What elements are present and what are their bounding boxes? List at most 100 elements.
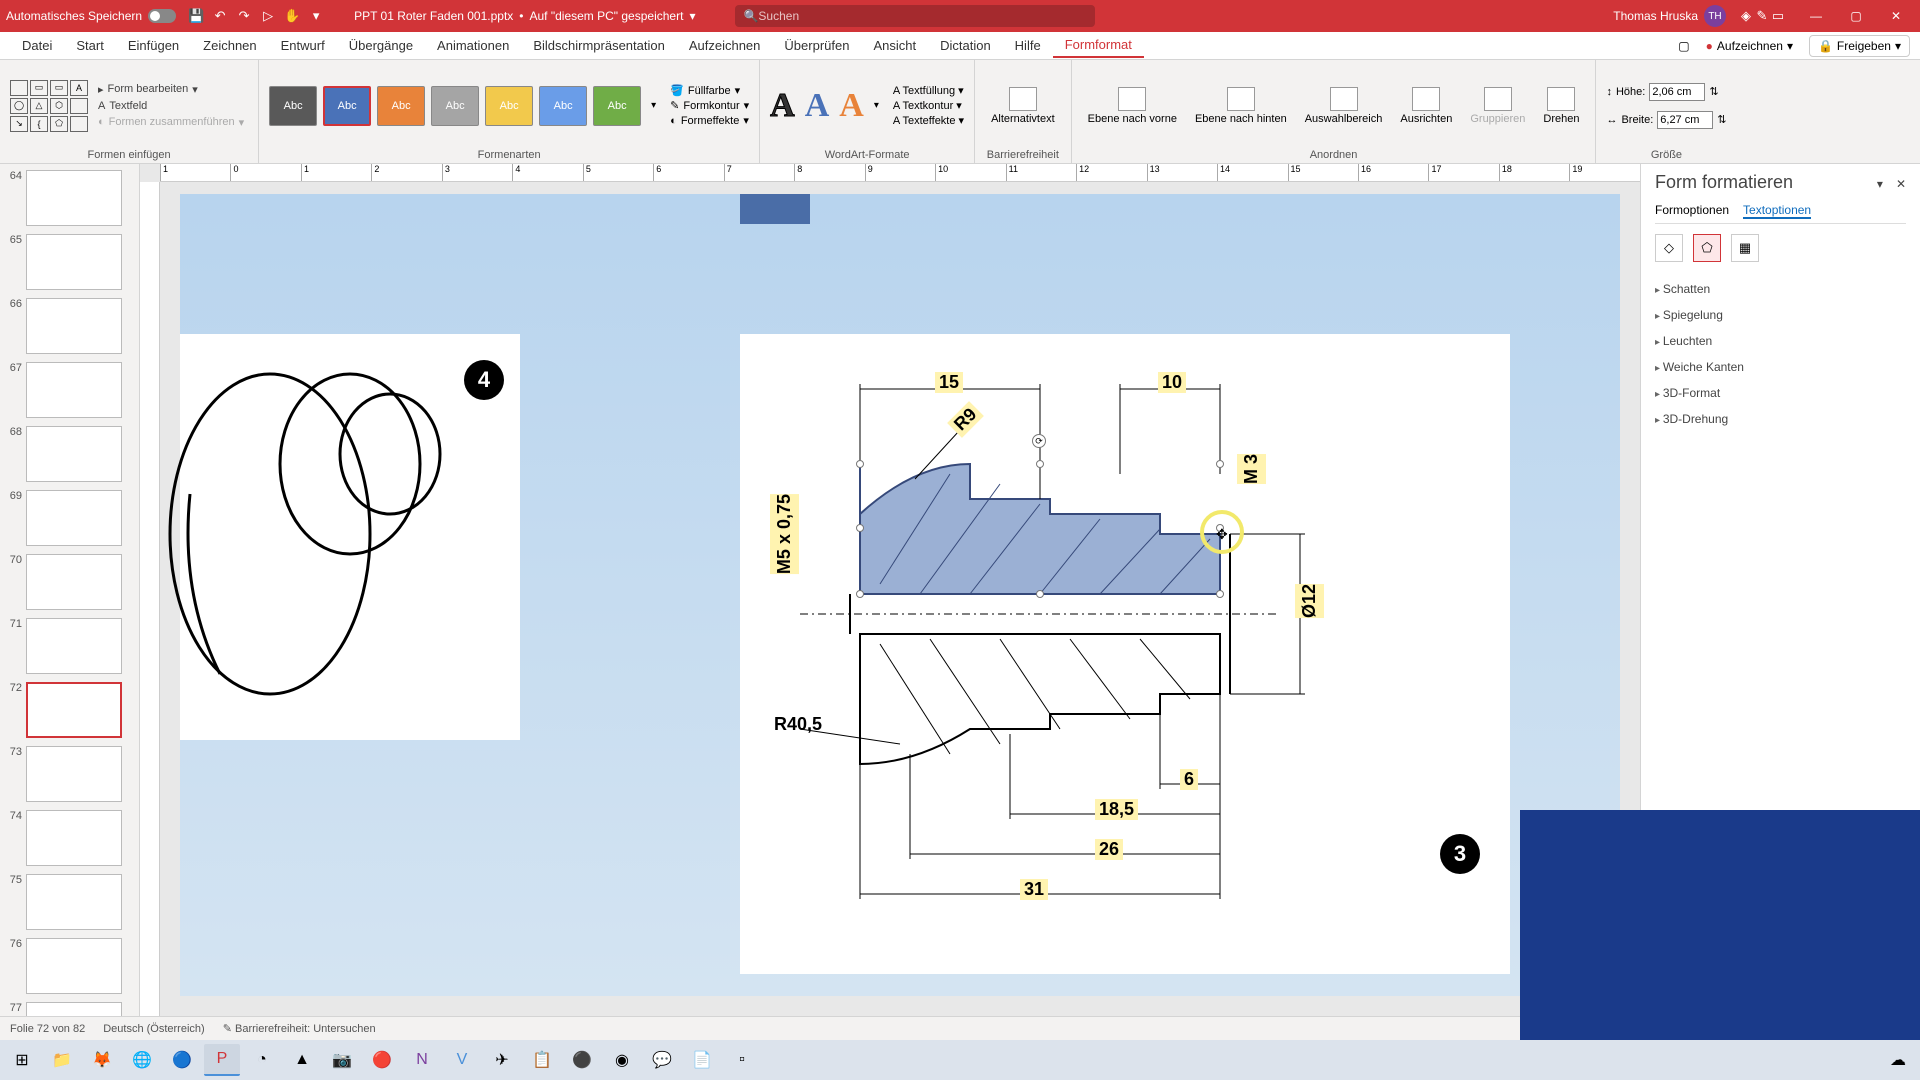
blue-rectangle-shape[interactable] bbox=[740, 194, 810, 224]
from-beginning-icon[interactable]: ▷ bbox=[260, 8, 276, 24]
avatar[interactable]: TH bbox=[1704, 5, 1726, 27]
drawing-panel-4[interactable]: 4 bbox=[180, 334, 520, 740]
slide-thumb-65[interactable] bbox=[26, 234, 122, 290]
search-box[interactable]: 🔍 bbox=[735, 5, 1095, 27]
ribbon-options-icon[interactable]: ▭ bbox=[1770, 8, 1786, 24]
tab-ansicht[interactable]: Ansicht bbox=[861, 34, 928, 57]
tab-text-options[interactable]: Textoptionen bbox=[1743, 203, 1811, 219]
selection-handle[interactable] bbox=[856, 524, 864, 532]
slide-canvas-area[interactable]: 1012345678910111213141516171819 4 3 bbox=[140, 164, 1640, 1016]
drawing-panel-3[interactable]: 3 bbox=[740, 334, 1510, 974]
accessibility-status[interactable]: ✎ Barrierefreiheit: Untersuchen bbox=[223, 1022, 376, 1035]
section-spiegelung[interactable]: Spiegelung bbox=[1655, 302, 1906, 328]
close-button[interactable]: ✕ bbox=[1878, 4, 1914, 28]
alt-text-button[interactable]: Alternativtext bbox=[985, 87, 1061, 125]
tab-uebergaenge[interactable]: Übergänge bbox=[337, 34, 425, 57]
save-icon[interactable]: 💾 bbox=[188, 8, 204, 24]
slide-thumb-69[interactable] bbox=[26, 490, 122, 546]
selection-handle[interactable] bbox=[856, 590, 864, 598]
pane-options-icon[interactable]: ▾ bbox=[1877, 177, 1883, 191]
rotation-handle[interactable]: ⟳ bbox=[1032, 434, 1046, 448]
wordart-gallery-more-icon[interactable]: ▾ bbox=[874, 100, 879, 111]
group-button[interactable]: Gruppieren bbox=[1464, 87, 1531, 125]
telegram-icon[interactable]: ✈ bbox=[484, 1044, 520, 1076]
selection-pane-button[interactable]: Auswahlbereich bbox=[1299, 87, 1389, 125]
slide-thumb-76[interactable] bbox=[26, 938, 122, 994]
app-icon[interactable]: 📷 bbox=[324, 1044, 360, 1076]
touch-mode-icon[interactable]: ✋ bbox=[284, 8, 300, 24]
app-icon[interactable]: 📋 bbox=[524, 1044, 560, 1076]
powerpoint-icon[interactable]: P bbox=[204, 1044, 240, 1076]
vlc-icon[interactable]: ▲ bbox=[284, 1044, 320, 1076]
selection-handle[interactable] bbox=[1036, 460, 1044, 468]
tab-entwurf[interactable]: Entwurf bbox=[269, 34, 337, 57]
section-schatten[interactable]: Schatten bbox=[1655, 276, 1906, 302]
slide-counter[interactable]: Folie 72 von 82 bbox=[10, 1023, 85, 1035]
app-icon[interactable]: 📄 bbox=[684, 1044, 720, 1076]
section-leuchten[interactable]: Leuchten bbox=[1655, 328, 1906, 354]
app-icon[interactable]: 💬 bbox=[644, 1044, 680, 1076]
autosave-control[interactable]: Automatisches Speichern bbox=[6, 9, 176, 23]
slide-thumb-73[interactable] bbox=[26, 746, 122, 802]
shape-effects-button[interactable]: ◐ Formeffekte ▾ bbox=[670, 114, 749, 127]
slide-thumb-70[interactable] bbox=[26, 554, 122, 610]
tab-ueberpruefen[interactable]: Überprüfen bbox=[772, 34, 861, 57]
slide-thumb-64[interactable] bbox=[26, 170, 122, 226]
slide-thumb-72[interactable] bbox=[26, 682, 122, 738]
selection-handle[interactable] bbox=[1216, 460, 1224, 468]
selection-handle[interactable] bbox=[856, 460, 864, 468]
redo-icon[interactable]: ↷ bbox=[236, 8, 252, 24]
slide-thumb-71[interactable] bbox=[26, 618, 122, 674]
slide-canvas[interactable]: 4 3 bbox=[180, 194, 1620, 996]
collapse-ribbon-icon[interactable]: ▢ bbox=[1678, 39, 1689, 53]
filename-area[interactable]: PPT 01 Roter Faden 001.pptx • Auf "diese… bbox=[354, 9, 695, 23]
user-account[interactable]: Thomas Hruska TH bbox=[1613, 5, 1726, 27]
slide-thumb-77[interactable] bbox=[26, 1002, 122, 1016]
qat-dropdown-icon[interactable]: ▾ bbox=[308, 8, 324, 24]
onenote-icon[interactable]: N bbox=[404, 1044, 440, 1076]
effects-icon[interactable]: ⬠ bbox=[1693, 234, 1721, 262]
wordart-gallery[interactable]: A A A bbox=[770, 87, 864, 125]
send-backward-button[interactable]: Ebene nach hinten bbox=[1189, 87, 1293, 125]
tab-datei[interactable]: Datei bbox=[10, 34, 64, 57]
tab-start[interactable]: Start bbox=[64, 34, 115, 57]
weather-icon[interactable]: ☁ bbox=[1880, 1044, 1916, 1076]
firefox-icon[interactable]: 🦊 bbox=[84, 1044, 120, 1076]
coming-soon-icon[interactable]: ✎ bbox=[1754, 8, 1770, 24]
language-status[interactable]: Deutsch (Österreich) bbox=[103, 1023, 204, 1035]
autosave-toggle[interactable] bbox=[148, 9, 176, 23]
search-input[interactable] bbox=[758, 9, 1087, 23]
size-props-icon[interactable]: ▦ bbox=[1731, 234, 1759, 262]
record-button[interactable]: ●Aufzeichnen▾ bbox=[1698, 36, 1801, 56]
chevron-down-icon[interactable]: ▾ bbox=[689, 9, 695, 23]
undo-icon[interactable]: ↶ bbox=[212, 8, 228, 24]
minimize-button[interactable]: — bbox=[1798, 4, 1834, 28]
slide-thumb-75[interactable] bbox=[26, 874, 122, 930]
tab-hilfe[interactable]: Hilfe bbox=[1003, 34, 1053, 57]
height-input[interactable] bbox=[1649, 83, 1705, 101]
text-effects-button[interactable]: A Texteffekte ▾ bbox=[893, 114, 964, 127]
text-fill-button[interactable]: A Textfüllung ▾ bbox=[893, 84, 964, 97]
fill-line-icon[interactable]: ◇ bbox=[1655, 234, 1683, 262]
app-icon[interactable]: 🔴 bbox=[364, 1044, 400, 1076]
align-button[interactable]: Ausrichten bbox=[1394, 87, 1458, 125]
bring-forward-button[interactable]: Ebene nach vorne bbox=[1082, 87, 1183, 125]
selection-handle[interactable] bbox=[1036, 590, 1044, 598]
slide-thumb-68[interactable] bbox=[26, 426, 122, 482]
teams-icon[interactable]: ◈ bbox=[1738, 8, 1754, 24]
tab-einfuegen[interactable]: Einfügen bbox=[116, 34, 191, 57]
shape-fill-button[interactable]: 🪣 Füllfarbe ▾ bbox=[670, 84, 749, 97]
maximize-button[interactable]: ▢ bbox=[1838, 4, 1874, 28]
textbox-button[interactable]: A Textfeld bbox=[94, 99, 248, 113]
tab-zeichnen[interactable]: Zeichnen bbox=[191, 34, 268, 57]
tab-formformat[interactable]: Formformat bbox=[1053, 33, 1144, 58]
app-icon[interactable]: ▫ bbox=[724, 1044, 760, 1076]
slide-thumb-66[interactable] bbox=[26, 298, 122, 354]
slide-thumbnails[interactable]: 64 65 66 67 68 69 70 71 72 73 74 75 76 7… bbox=[0, 164, 140, 1016]
share-button[interactable]: 🔒Freigeben▾ bbox=[1809, 35, 1910, 57]
tab-dictation[interactable]: Dictation bbox=[928, 34, 1003, 57]
start-button[interactable]: ⊞ bbox=[4, 1044, 40, 1076]
selection-handle[interactable] bbox=[1216, 590, 1224, 598]
tab-aufzeichnen[interactable]: Aufzeichnen bbox=[677, 34, 773, 57]
style-gallery-more-icon[interactable]: ▾ bbox=[651, 100, 656, 111]
